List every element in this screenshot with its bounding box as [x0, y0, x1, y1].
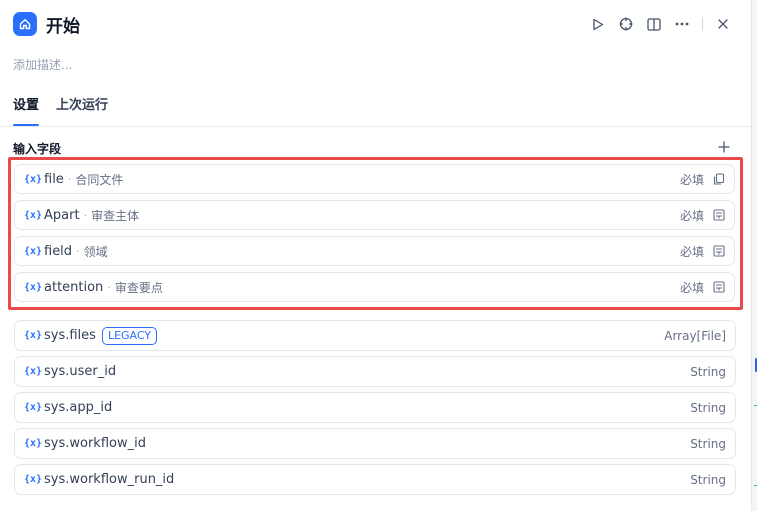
variable-name: sys.workflow_run_id [44, 472, 175, 487]
panel-title: 开始 [46, 16, 80, 37]
crosshair-icon[interactable] [612, 11, 640, 37]
variable-name: sys.user_id [44, 364, 117, 379]
tab-divider [0, 126, 751, 127]
canvas-edge [751, 0, 757, 511]
variable-icon: {x} [24, 402, 43, 413]
header-divider [702, 17, 703, 31]
panel-header: 开始 [13, 11, 737, 37]
variable-type: Array[File] [664, 328, 726, 343]
system-variable-row[interactable]: {x} sys.workflow_id String [14, 428, 736, 459]
plus-icon[interactable] [716, 139, 732, 155]
system-variable-row[interactable]: {x} sys.app_id String [14, 392, 736, 423]
book-icon[interactable] [640, 11, 668, 37]
variable-name: sys.app_id [44, 400, 113, 415]
variable-type: String [690, 472, 726, 487]
variable-name: sys.files [44, 328, 96, 343]
tab-bar: 设置 上次运行 [13, 96, 125, 126]
system-variable-row[interactable]: {x} sys.files LEGACY Array[File] [14, 320, 736, 351]
variable-type: String [690, 400, 726, 415]
start-node-panel: 开始 添加描述... 设置 上次运行 输入字段 {x} file · 合同文件 … [0, 0, 751, 511]
variable-type: String [690, 364, 726, 379]
home-icon [13, 12, 37, 36]
variable-icon: {x} [24, 438, 43, 449]
variable-icon: {x} [24, 366, 43, 377]
input-fields-label: 输入字段 [13, 142, 62, 156]
system-variable-row[interactable]: {x} sys.workflow_run_id String [14, 464, 736, 495]
legacy-badge: LEGACY [101, 326, 158, 345]
close-icon[interactable] [709, 11, 737, 37]
play-icon[interactable] [584, 11, 612, 37]
tab-settings[interactable]: 设置 [13, 96, 40, 126]
highlight-box [8, 157, 743, 310]
system-variable-row[interactable]: {x} sys.user_id String [14, 356, 736, 387]
more-icon[interactable] [668, 11, 696, 37]
description-input[interactable]: 添加描述... [13, 56, 72, 73]
header-actions [584, 11, 737, 37]
variable-name: sys.workflow_id [44, 436, 146, 451]
variable-type: String [690, 436, 726, 451]
variable-icon: {x} [24, 474, 43, 485]
variable-icon: {x} [24, 330, 43, 341]
tab-last-run[interactable]: 上次运行 [56, 96, 108, 126]
